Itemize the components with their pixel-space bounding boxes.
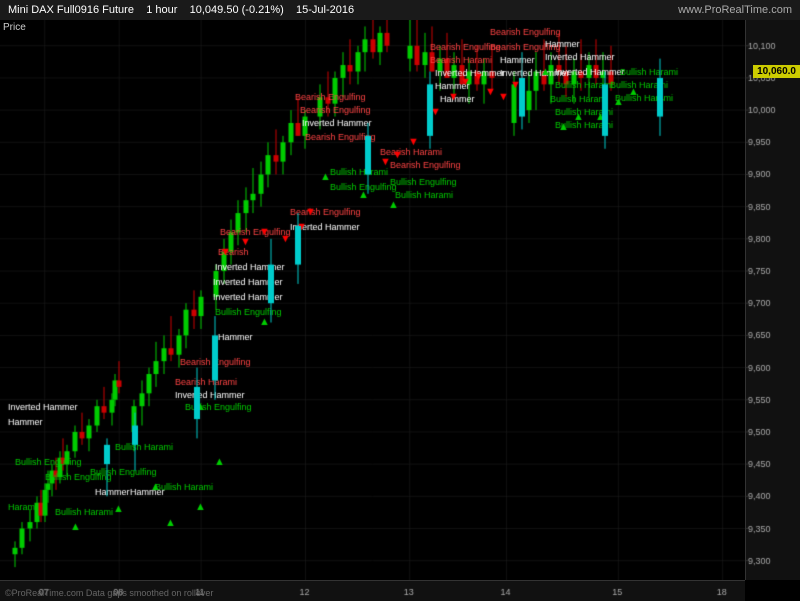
instrument-name: Mini DAX Full0916 Future: [8, 4, 134, 16]
price-change: 10,049.50 (-0.21%): [190, 4, 284, 16]
header-title: Mini DAX Full0916 Future 1 hour 10,049.5…: [8, 4, 678, 16]
footer-text: ©ProRealTime.com Data gaps smoothed on r…: [5, 588, 213, 598]
website-label: www.ProRealTime.com: [678, 4, 792, 16]
chart-container: Mini DAX Full0916 Future 1 hour 10,049.5…: [0, 0, 800, 600]
y-axis: [745, 20, 800, 580]
date: 15-Jul-2016: [296, 4, 354, 16]
current-price-box: 10,060.0: [753, 65, 800, 78]
price-label: Price: [3, 22, 26, 33]
timeframe: 1 hour: [146, 4, 177, 16]
header-bar: Mini DAX Full0916 Future 1 hour 10,049.5…: [0, 0, 800, 20]
